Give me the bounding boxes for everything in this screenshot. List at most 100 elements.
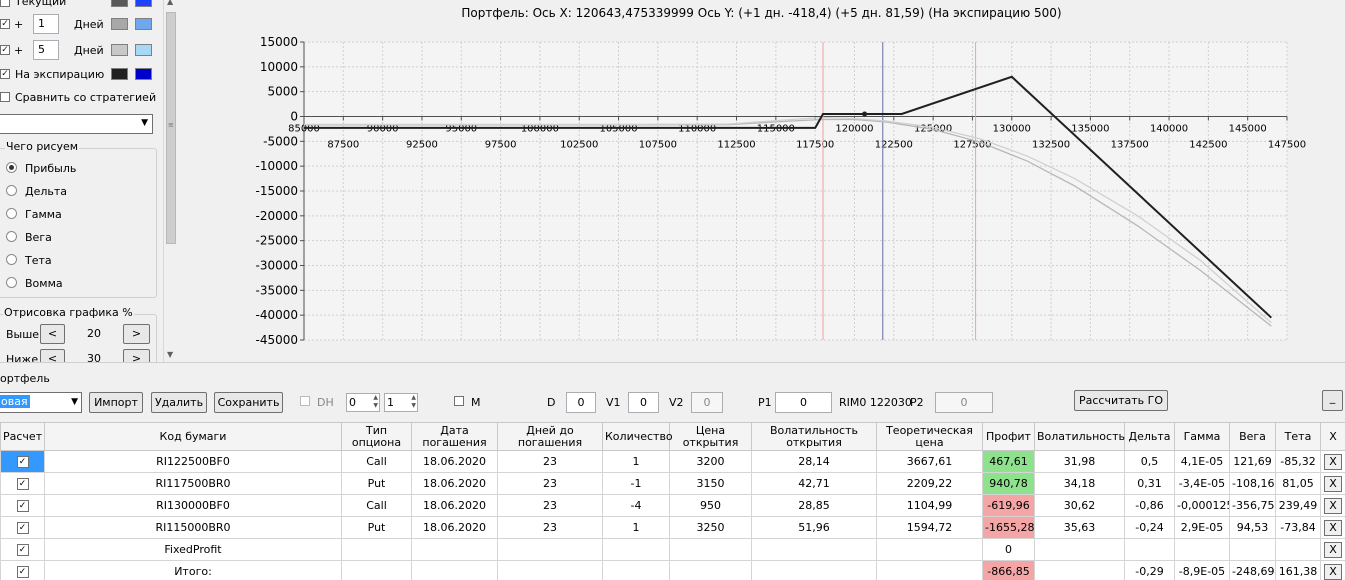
- v1-input[interactable]: 0: [628, 392, 659, 413]
- cell-calc[interactable]: ✓: [0, 472, 45, 495]
- cell-qty[interactable]: [602, 538, 670, 561]
- portfolio-select[interactable]: овая ▼: [0, 392, 82, 413]
- cell-date[interactable]: [411, 538, 498, 561]
- cell-price[interactable]: 950: [669, 494, 752, 517]
- cell-profit[interactable]: -866,85: [982, 560, 1035, 580]
- cell-vol-open[interactable]: 28,85: [751, 494, 877, 517]
- calc-checkbox[interactable]: ✓: [16, 522, 29, 534]
- p1-input[interactable]: 0: [775, 392, 832, 413]
- plus5-color-swatch-2[interactable]: [135, 44, 152, 56]
- col-vol[interactable]: Волатильность: [1034, 422, 1125, 451]
- col-gamma[interactable]: Гамма: [1174, 422, 1230, 451]
- cell-calc[interactable]: ✓: [0, 450, 45, 473]
- radio-vomma[interactable]: [6, 277, 17, 288]
- cell-theo[interactable]: [876, 538, 983, 561]
- cell-price[interactable]: 3200: [669, 450, 752, 473]
- cell-profit[interactable]: 940,78: [982, 472, 1035, 495]
- remove-row-button[interactable]: X: [1324, 519, 1342, 536]
- col-type[interactable]: Тип опциона: [341, 422, 412, 451]
- col-days[interactable]: Дней до погашения: [497, 422, 603, 451]
- left-panel-scrollbar[interactable]: ▲ ≡ ▼: [163, 0, 178, 362]
- col-vol-open[interactable]: Волатильность открытия: [751, 422, 877, 451]
- cell-theta[interactable]: 239,49: [1275, 494, 1321, 517]
- cell-vega[interactable]: 121,69: [1229, 450, 1276, 473]
- cell-vol[interactable]: [1034, 538, 1125, 561]
- col-code[interactable]: Код бумаги: [44, 422, 342, 451]
- radio-profit[interactable]: [6, 162, 17, 173]
- above-decrease-button[interactable]: <: [40, 324, 65, 344]
- calc-checkbox[interactable]: ✓: [16, 544, 29, 556]
- cell-calc[interactable]: ✓: [0, 560, 45, 580]
- cell-date[interactable]: 18.06.2020: [411, 494, 498, 517]
- compare-checkbox[interactable]: [0, 92, 10, 102]
- cell-days[interactable]: 23: [497, 516, 603, 539]
- remove-row-button[interactable]: X: [1324, 453, 1342, 470]
- cell-theo[interactable]: 1594,72: [876, 516, 983, 539]
- cell-type[interactable]: Call: [341, 494, 412, 517]
- col-vega[interactable]: Вега: [1229, 422, 1276, 451]
- col-calc[interactable]: Расчет: [0, 422, 45, 451]
- plus5-checkbox[interactable]: ✓: [0, 45, 10, 55]
- cell-profit[interactable]: 0: [982, 538, 1035, 561]
- table-row[interactable]: ✓ FixedProfit 0 X: [0, 538, 1345, 561]
- delete-button[interactable]: Удалить: [151, 392, 207, 413]
- radio-vega[interactable]: [6, 231, 17, 242]
- cell-theo[interactable]: 3667,61: [876, 450, 983, 473]
- expiration-color-swatch-2[interactable]: [135, 68, 152, 80]
- cell-vega[interactable]: -356,75: [1229, 494, 1276, 517]
- d-input[interactable]: 0: [566, 392, 596, 413]
- cell-gamma[interactable]: 2,9E-05: [1174, 516, 1230, 539]
- cell-date[interactable]: 18.06.2020: [411, 450, 498, 473]
- cell-delta[interactable]: [1124, 538, 1175, 561]
- cell-theo[interactable]: 1104,99: [876, 494, 983, 517]
- cell-theo[interactable]: 2209,22: [876, 472, 983, 495]
- cell-vol-open[interactable]: [751, 538, 877, 561]
- col-theo[interactable]: Теоретическая цена: [876, 422, 983, 451]
- cell-vol-open[interactable]: [751, 560, 877, 580]
- cell-vol-open[interactable]: 28,14: [751, 450, 877, 473]
- cell-theta[interactable]: 81,05: [1275, 472, 1321, 495]
- scroll-up-icon[interactable]: ▲: [167, 0, 173, 6]
- cell-delta[interactable]: -0,86: [1124, 494, 1175, 517]
- cell-date[interactable]: [411, 560, 498, 580]
- spin-arrows-icon[interactable]: ▲ ▼: [373, 394, 378, 410]
- cell-delta[interactable]: -0,29: [1124, 560, 1175, 580]
- cell-vega[interactable]: [1229, 538, 1276, 561]
- radio-delta[interactable]: [6, 185, 17, 196]
- cell-date[interactable]: 18.06.2020: [411, 516, 498, 539]
- remove-row-button[interactable]: X: [1324, 563, 1342, 580]
- scroll-down-icon[interactable]: ▼: [167, 350, 173, 359]
- col-date[interactable]: Дата погашения: [411, 422, 498, 451]
- dh-spinner-1[interactable]: 0 ▲ ▼: [346, 393, 380, 412]
- v2-input[interactable]: 0: [691, 392, 723, 413]
- strategy-dropdown[interactable]: ▼: [0, 114, 153, 134]
- cell-vol[interactable]: 31,98: [1034, 450, 1125, 473]
- plus1-color-swatch[interactable]: [111, 18, 128, 30]
- below-decrease-button[interactable]: <: [40, 349, 65, 362]
- minimize-button[interactable]: _: [1322, 390, 1343, 411]
- cell-delta[interactable]: 0,5: [1124, 450, 1175, 473]
- cell-vol-open[interactable]: 42,71: [751, 472, 877, 495]
- cell-code[interactable]: RI122500BF0: [44, 450, 342, 473]
- cell-code[interactable]: RI117500BR0: [44, 472, 342, 495]
- cell-profit[interactable]: 467,61: [982, 450, 1035, 473]
- cell-code[interactable]: RI130000BF0: [44, 494, 342, 517]
- cell-qty[interactable]: 1: [602, 450, 670, 473]
- plus1-days-input[interactable]: 1: [33, 14, 59, 34]
- cell-price[interactable]: [669, 538, 752, 561]
- cell-days[interactable]: [497, 538, 603, 561]
- cell-date[interactable]: 18.06.2020: [411, 472, 498, 495]
- cell-price[interactable]: 3250: [669, 516, 752, 539]
- radio-gamma[interactable]: [6, 208, 17, 219]
- col-theta[interactable]: Тета: [1275, 422, 1321, 451]
- cell-delta[interactable]: -0,24: [1124, 516, 1175, 539]
- cell-days[interactable]: [497, 560, 603, 580]
- cell-gamma[interactable]: 4,1E-05: [1174, 450, 1230, 473]
- table-row[interactable]: ✓ RI115000BR0 Put 18.06.2020 23 1 3250 51,96 159…: [0, 516, 1345, 539]
- col-delta[interactable]: Дельта: [1124, 422, 1175, 451]
- remove-row-button[interactable]: X: [1324, 541, 1342, 558]
- cell-type[interactable]: Call: [341, 450, 412, 473]
- cell-price[interactable]: 3150: [669, 472, 752, 495]
- cell-code[interactable]: FixedProfit: [44, 538, 342, 561]
- scrollbar-thumb[interactable]: ≡: [166, 12, 176, 244]
